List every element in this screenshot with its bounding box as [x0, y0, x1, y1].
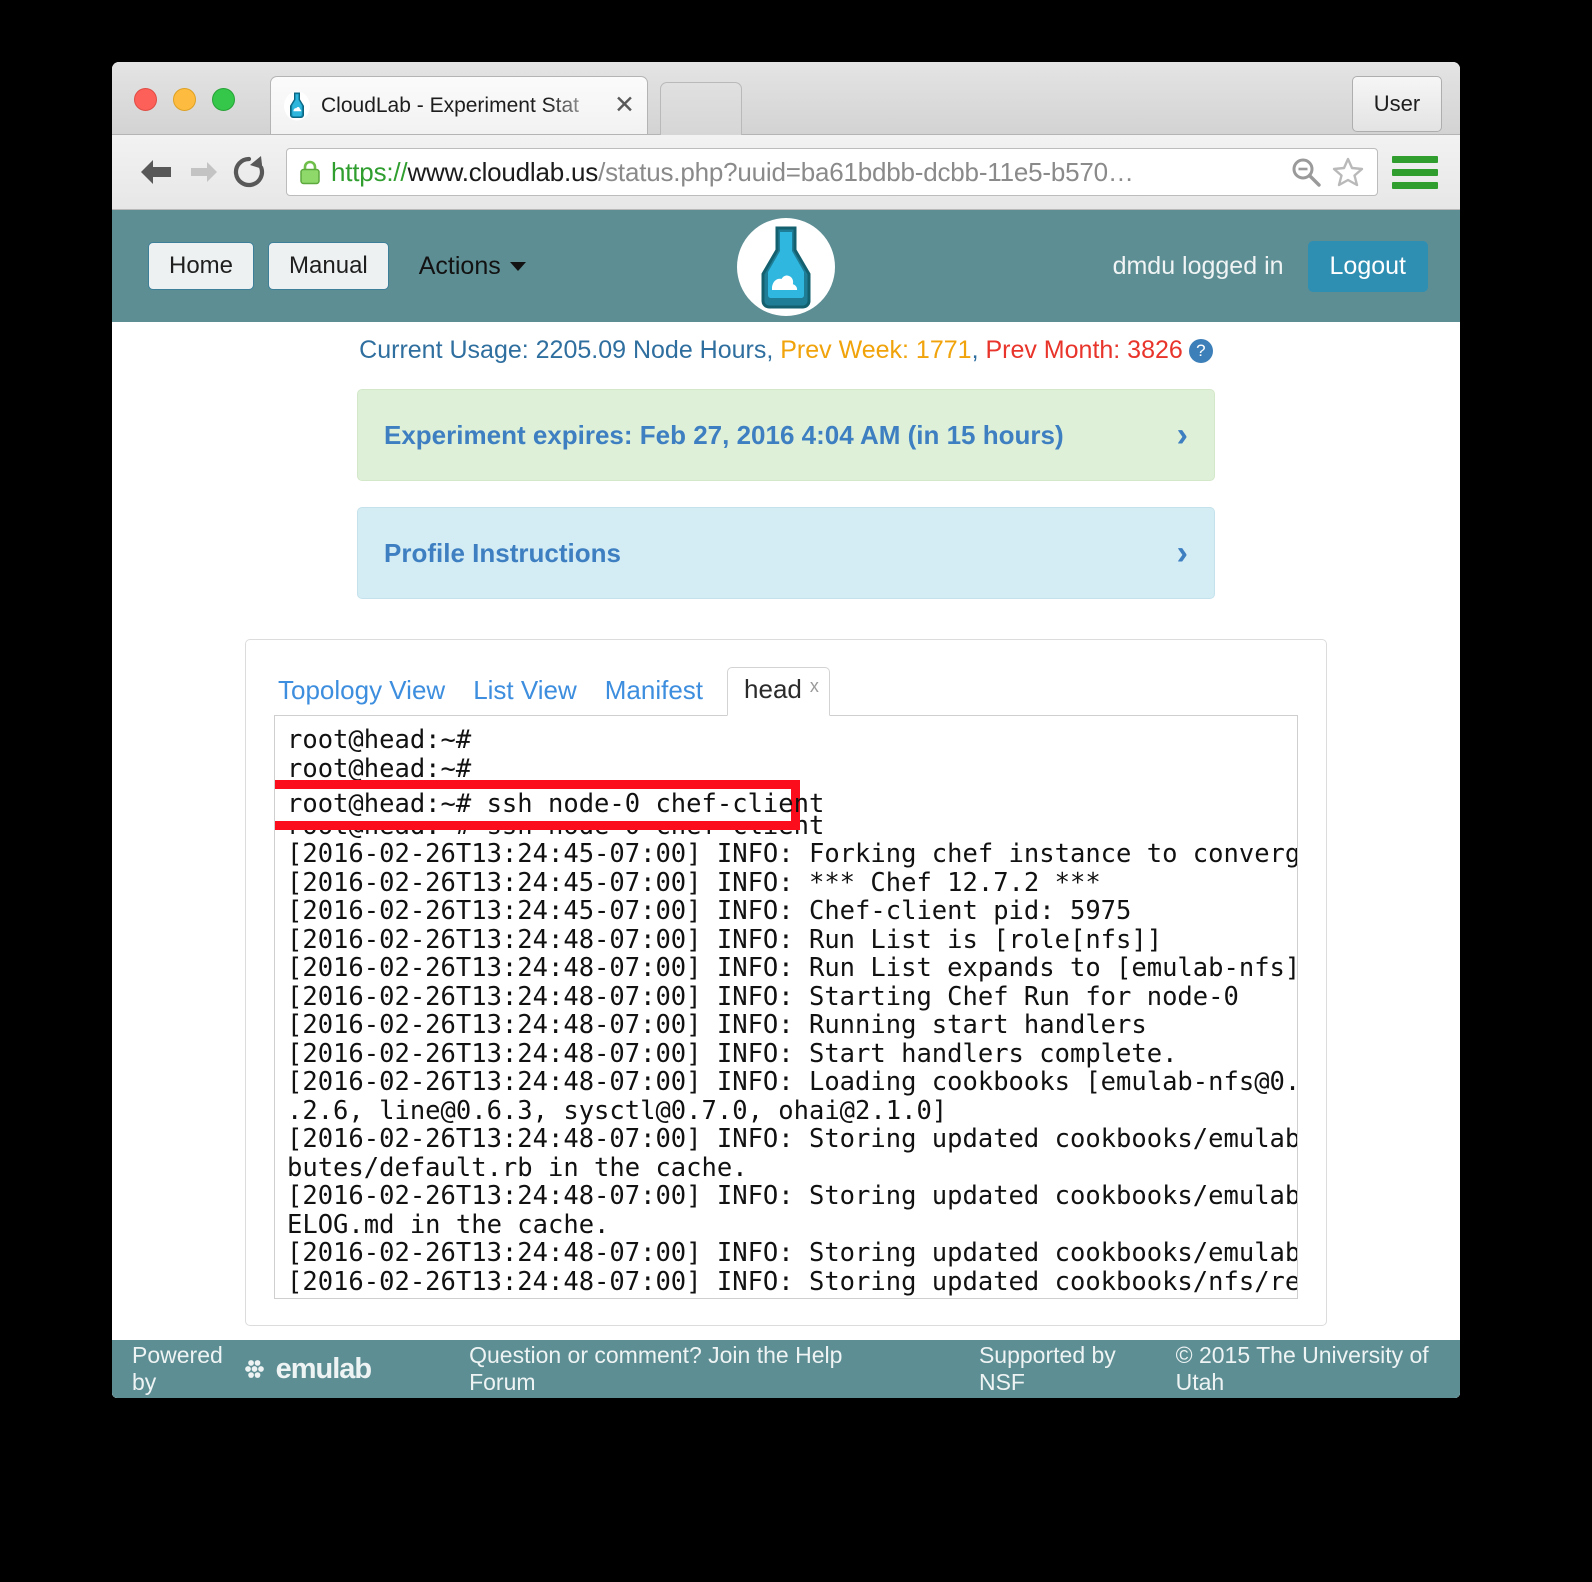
tab-list-view[interactable]: List View: [459, 675, 591, 716]
cloudlab-logo: [737, 218, 835, 316]
logout-button[interactable]: Logout: [1307, 240, 1428, 292]
terminal-highlighted-command: root@head:~# ssh node-0 chef-client: [287, 789, 825, 819]
experiment-expires-text: Experiment expires: Feb 27, 2016 4:04 AM…: [384, 419, 1064, 450]
terminal-line: [2016-02-26T13:24:48-07:00] INFO: Starti…: [287, 982, 1239, 1011]
terminal-line: [2016-02-26T13:24:48-07:00] INFO: Start …: [287, 1039, 1178, 1068]
profile-instructions-text: Profile Instructions: [384, 537, 621, 568]
copyright-label: © 2015 The University of Utah: [1175, 1342, 1429, 1395]
terminal-line: root@head:~#: [287, 754, 472, 783]
emulab-logo-icon: [245, 1360, 264, 1378]
terminal-line: ELOG.md in the cache.: [287, 1210, 610, 1239]
tab-head-terminal[interactable]: head x: [727, 667, 830, 716]
usage-separator: ,: [971, 336, 979, 364]
terminal-line: [2016-02-26T13:24:48-07:00] INFO: Runnin…: [287, 1011, 1147, 1040]
url-host: www.cloudlab.us: [407, 156, 599, 187]
site-footer: Powered by emulab Question or comment? J…: [112, 1340, 1460, 1398]
lock-icon: [300, 160, 320, 185]
terminal-line: [2016-02-26T13:24:48-07:00] INFO: Storin…: [287, 1267, 1297, 1296]
home-button[interactable]: Home: [148, 242, 255, 290]
url-path: /status.php?uuid=ba61bdbb-dcbb-11e5-b570…: [598, 156, 1134, 187]
terminal-line: [2016-02-26T13:24:48-07:00] INFO: Storin…: [287, 1125, 1297, 1154]
terminal-line: [2016-02-26T13:24:48-07:00] INFO: Run Li…: [287, 954, 1297, 983]
browser-tab-title: CloudLab - Experiment Stat: [321, 93, 579, 117]
forward-button[interactable]: [180, 149, 226, 195]
terminal-line: .2.6, line@0.6.3, sysctl@0.7.0, ohai@2.1…: [287, 1096, 948, 1125]
window-controls: [134, 88, 235, 111]
chevron-down-icon: [509, 261, 526, 271]
powered-by-group: Powered by emulab: [132, 1342, 373, 1396]
logged-in-status: dmdu logged in: [1112, 251, 1284, 280]
terminal-line: [2016-02-26T13:24:48-07:00] INFO: Storin…: [287, 1239, 1297, 1268]
powered-by-label: Powered by: [132, 1342, 223, 1395]
terminal-line: [2016-02-26T13:24:45-07:00] INFO: *** Ch…: [287, 868, 1101, 897]
browser-menu-icon[interactable]: [1392, 149, 1438, 195]
user-profile-button[interactable]: User: [1352, 76, 1442, 132]
url-scheme: https://: [331, 156, 408, 187]
profile-instructions-panel[interactable]: Profile Instructions ›: [357, 507, 1215, 599]
reload-button[interactable]: [226, 149, 272, 195]
tab-manifest[interactable]: Manifest: [591, 675, 717, 716]
help-forum-link[interactable]: Question or comment? Join the Help Forum: [469, 1342, 881, 1396]
experiment-views-card: Topology View List View Manifest head x …: [245, 639, 1327, 1326]
browser-window: CloudLab - Experiment Stat ✕ User https:…: [112, 62, 1460, 1398]
terminal-line: [2016-02-26T13:24:48-07:00] INFO: Run Li…: [287, 925, 1163, 954]
browser-tab-cloudlab[interactable]: CloudLab - Experiment Stat ✕: [270, 76, 648, 134]
terminal-line: [2016-02-26T13:24:48-07:00] INFO: Storin…: [287, 1182, 1297, 1211]
terminal-line: [2016-02-26T13:24:45-07:00] INFO: Forkin…: [287, 840, 1297, 869]
actions-label: Actions: [418, 251, 501, 280]
navbar-left-group: Home Manual Actions: [148, 242, 526, 290]
terminal-line: [2016-02-26T13:24:45-07:00] INFO: Chef-c…: [287, 897, 1132, 926]
terminal-line: [2016-02-26T13:24:48-07:00] INFO: Loadin…: [287, 1068, 1297, 1097]
maximize-window-icon[interactable]: [212, 88, 235, 111]
browser-toolbar: https://www.cloudlab.us/status.php?uuid=…: [112, 135, 1460, 210]
tab-head-label: head: [744, 674, 802, 704]
minimize-window-icon[interactable]: [173, 88, 196, 111]
new-tab-button[interactable]: [660, 82, 742, 135]
address-bar[interactable]: https://www.cloudlab.us/status.php?uuid=…: [286, 148, 1378, 196]
close-window-icon[interactable]: [134, 88, 157, 111]
usage-prev-month: Prev Month: 3826: [978, 336, 1183, 364]
bookmark-star-icon[interactable]: [1331, 155, 1365, 189]
view-tabs: Topology View List View Manifest head x: [274, 667, 1298, 716]
site-navbar: Home Manual Actions dmdu logged in Logou…: [112, 210, 1460, 322]
usage-prev-week: Prev Week: 1771: [773, 336, 972, 364]
chevron-right-icon[interactable]: ›: [1177, 416, 1188, 455]
nsf-support-label: Supported by NSF: [978, 1342, 1116, 1395]
browser-titlebar: CloudLab - Experiment Stat ✕ User: [112, 62, 1460, 135]
flask-icon: [761, 226, 811, 309]
page-content: Home Manual Actions dmdu logged in Logou…: [112, 210, 1460, 1398]
terminal-line: root@head:~#: [287, 726, 472, 755]
emulab-wordmark: emulab: [275, 1352, 373, 1385]
cloudlab-favicon: [284, 91, 310, 120]
search-icon[interactable]: [1289, 155, 1323, 189]
navbar-right-group: dmdu logged in Logout: [1112, 240, 1428, 292]
terminal-container[interactable]: root@head:~#root@head:~#root@head:~#root…: [274, 715, 1298, 1299]
tab-head-close-icon[interactable]: x: [810, 676, 819, 697]
chevron-right-icon[interactable]: ›: [1177, 534, 1188, 573]
usage-current: Current Usage: 2205.09 Node Hours,: [359, 336, 774, 364]
usage-summary: Current Usage: 2205.09 Node Hours, Prev …: [112, 322, 1460, 369]
tab-close-icon[interactable]: ✕: [614, 93, 635, 118]
manual-button[interactable]: Manual: [268, 242, 389, 290]
back-button[interactable]: [134, 149, 180, 195]
help-icon[interactable]: ?: [1188, 339, 1213, 363]
experiment-expires-panel[interactable]: Experiment expires: Feb 27, 2016 4:04 AM…: [357, 389, 1215, 481]
url-text: https://www.cloudlab.us/status.php?uuid=…: [331, 157, 1281, 188]
actions-dropdown[interactable]: Actions: [419, 252, 526, 281]
terminal-line: butes/default.rb in the cache.: [287, 1153, 748, 1182]
tab-topology-view[interactable]: Topology View: [274, 675, 459, 716]
